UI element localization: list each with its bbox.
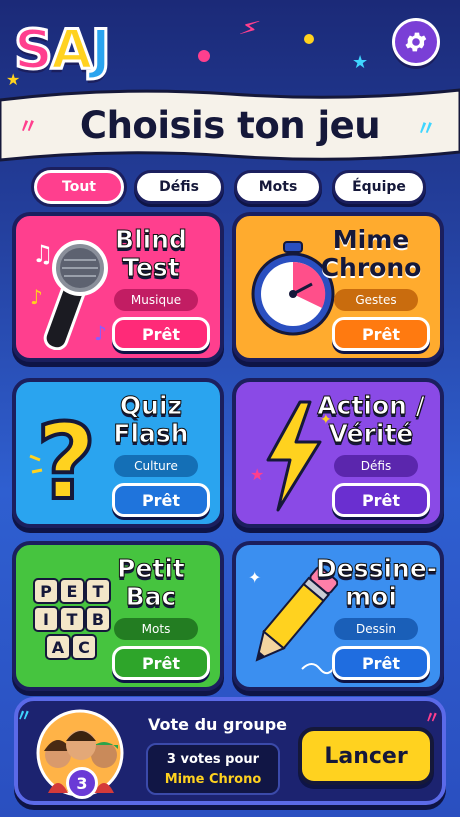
game-title: Quiz Flash — [96, 391, 206, 448]
letter-tile: A — [52, 638, 65, 657]
game-title: Dessine-moi — [315, 554, 437, 611]
tab-tout[interactable]: Tout — [34, 170, 124, 204]
vote-title: Vote du groupe — [148, 715, 288, 734]
category-badge: Dessin — [334, 618, 418, 640]
game-card-mime-chrono[interactable]: Mime Chrono Gestes Prêt — [232, 212, 444, 362]
category-badge: Culture — [114, 455, 198, 477]
filter-tabs: Tout Défis Mots Équipe — [34, 170, 426, 204]
sparkle-icon: 〃 — [16, 706, 33, 725]
category-badge: Mots — [114, 618, 198, 640]
letter-tile: T — [67, 610, 78, 629]
game-title-line: Vérité — [328, 419, 414, 448]
vote-result-line: 3 votes pour — [166, 752, 260, 767]
game-card-blind-test[interactable]: ♫ ♪ ♪ Blind Test Musique Prêt — [12, 212, 224, 362]
letter-tile: E — [67, 582, 78, 601]
sparkle-icon — [198, 50, 210, 62]
tab-defis[interactable]: Défis — [134, 170, 224, 204]
game-card-petit-bac[interactable]: P E T I T B A C Petit Bac Mots Prêt — [12, 541, 224, 691]
logo-letter: A — [49, 17, 94, 83]
category-badge: Défis — [334, 455, 418, 477]
letter-tile: P — [40, 582, 52, 601]
vote-count-badge: 3 — [66, 767, 98, 799]
game-title-line: Blind — [115, 225, 188, 254]
game-card-quiz-flash[interactable]: ? Quiz Flash Culture Prêt — [12, 378, 224, 528]
game-title-line: moi — [345, 582, 398, 611]
ready-button[interactable]: Prêt — [332, 646, 430, 680]
group-vote-panel: 3 Vote du groupe 3 votes pour Mime Chron… — [14, 697, 446, 805]
game-title: Mime Chrono — [316, 226, 426, 282]
logo-letter: S — [13, 17, 55, 83]
ready-button[interactable]: Prêt — [112, 483, 210, 517]
svg-text:?: ? — [36, 401, 96, 516]
ready-button[interactable]: Prêt — [112, 317, 210, 351]
svg-text:♪: ♪ — [30, 285, 43, 309]
svg-text:♪: ♪ — [94, 321, 107, 345]
letter-tile: I — [43, 610, 49, 629]
game-card-action-verite[interactable]: ★ ✦ Action / Vérité Défis Prêt — [232, 378, 444, 528]
game-title: Petit Bac — [96, 554, 206, 611]
tab-mots[interactable]: Mots — [234, 170, 322, 204]
app-logo: S A J — [13, 17, 113, 83]
page-title: Choisis ton jeu — [79, 104, 381, 147]
svg-text:★: ★ — [250, 465, 264, 484]
game-title-line: Petit — [117, 554, 186, 583]
sparkle-icon: ⚡ — [235, 11, 263, 47]
launch-button[interactable]: Lancer — [298, 727, 434, 785]
vote-result-box: 3 votes pour Mime Chrono — [146, 743, 280, 795]
letter-tile: C — [78, 638, 90, 657]
game-title-line: Test — [122, 253, 181, 282]
ready-button[interactable]: Prêt — [332, 317, 430, 351]
gear-icon — [405, 32, 427, 52]
game-title: Blind Test — [96, 225, 206, 282]
tab-equipe[interactable]: Équipe — [332, 170, 426, 204]
ready-button[interactable]: Prêt — [112, 646, 210, 680]
letter-tile: B — [92, 610, 104, 629]
game-title-line: Chrono — [320, 253, 422, 282]
game-title-line: Quiz — [119, 391, 183, 420]
game-title-line: Bac — [125, 582, 177, 611]
game-title-line: Mime — [332, 225, 410, 254]
game-title: Action / Vérité — [316, 391, 426, 448]
svg-text:♫: ♫ — [32, 240, 54, 268]
ready-button[interactable]: Prêt — [332, 483, 430, 517]
svg-text:✦: ✦ — [248, 568, 261, 587]
game-title-line: Action / — [317, 391, 425, 420]
star-icon: ★ — [352, 52, 369, 73]
category-badge: Musique — [114, 289, 198, 311]
game-card-dessine-moi[interactable]: ✦ Dessine-moi Dessin Prêt — [232, 541, 444, 691]
vote-result-game: Mime Chrono — [164, 772, 262, 787]
settings-button[interactable] — [392, 18, 440, 66]
sparkle-icon: 〃 — [424, 708, 441, 727]
category-badge: Gestes — [334, 289, 418, 311]
game-title-line: Flash — [113, 419, 189, 448]
game-title-line: Dessine- — [315, 554, 438, 583]
sparkle-icon — [304, 34, 314, 44]
logo-letter: J — [89, 17, 112, 83]
